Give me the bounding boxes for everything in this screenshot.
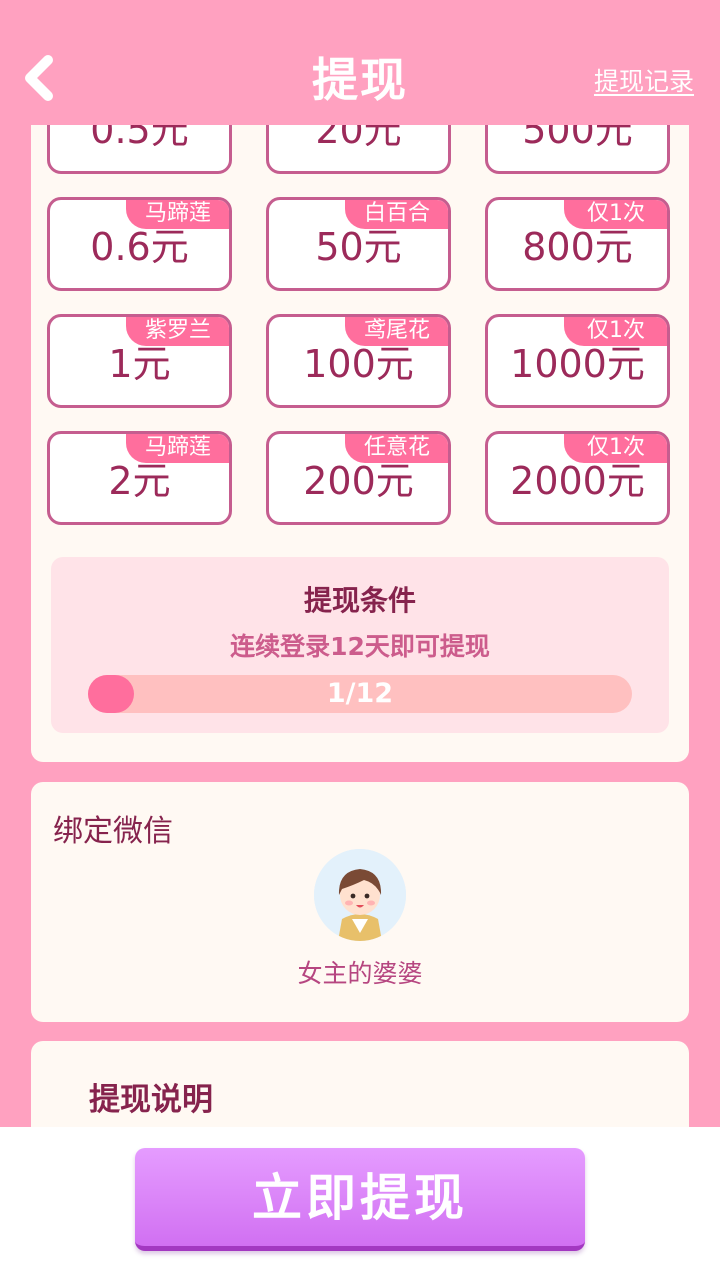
amount-option[interactable]: 白百合 50元 (266, 197, 451, 291)
amount-option[interactable]: 仅1次 800元 (485, 197, 670, 291)
condition-title: 提现条件 (303, 584, 416, 617)
option-amount: 0.6元 (90, 225, 189, 269)
option-amount: 800元 (522, 225, 633, 269)
condition-description: 连续登录12天即可提现 (230, 632, 490, 661)
login-progress-bar: 1/12 (88, 675, 632, 713)
top-bar: 提现 提现记录 (0, 0, 720, 125)
amount-option[interactable]: 仅1次 1000元 (485, 314, 670, 408)
bind-wechat-title: 绑定微信 (53, 814, 173, 849)
avatar[interactable] (314, 849, 406, 941)
option-amount: 50元 (315, 225, 402, 269)
option-amount: 100元 (303, 342, 414, 386)
bind-wechat-card: 绑定微信 女主的婆婆 (31, 782, 689, 1022)
withdraw-records-link[interactable]: 提现记录 (594, 62, 694, 98)
amount-option[interactable]: 马蹄莲 0.6元 (47, 197, 232, 291)
option-amount: 2000元 (510, 459, 645, 503)
bottom-bar: 立即提现 (0, 1127, 720, 1280)
option-amount: 2元 (108, 459, 171, 503)
amount-option[interactable]: 鸢尾花 100元 (266, 314, 451, 408)
progress-text: 1/12 (326, 678, 394, 709)
amount-option[interactable]: 马蹄莲 2元 (47, 431, 232, 525)
option-amount: 1元 (108, 342, 171, 386)
instructions-title: 提现说明 (89, 1082, 213, 1118)
withdraw-options-card: 0.5元 20元 500元 马蹄莲 0.6元 白百合 50元 仅1次 800元 紫罗兰 1元 鸢尾花 1… (31, 80, 689, 762)
withdraw-condition-panel: 提现条件 连续登录12天即可提现 1/12 (51, 557, 669, 733)
amount-option[interactable]: 紫罗兰 1元 (47, 314, 232, 408)
amount-option[interactable]: 任意花 200元 (266, 431, 451, 525)
amount-grid: 0.5元 20元 500元 马蹄莲 0.6元 白百合 50元 仅1次 800元 紫罗兰 1元 鸢尾花 1… (47, 80, 677, 530)
withdraw-now-button[interactable]: 立即提现 (135, 1148, 585, 1251)
option-amount: 1000元 (510, 342, 645, 386)
amount-option[interactable]: 仅1次 2000元 (485, 431, 670, 525)
option-amount: 200元 (303, 459, 414, 503)
wechat-nickname: 女主的婆婆 (297, 959, 423, 988)
user-avatar-icon (314, 849, 406, 941)
